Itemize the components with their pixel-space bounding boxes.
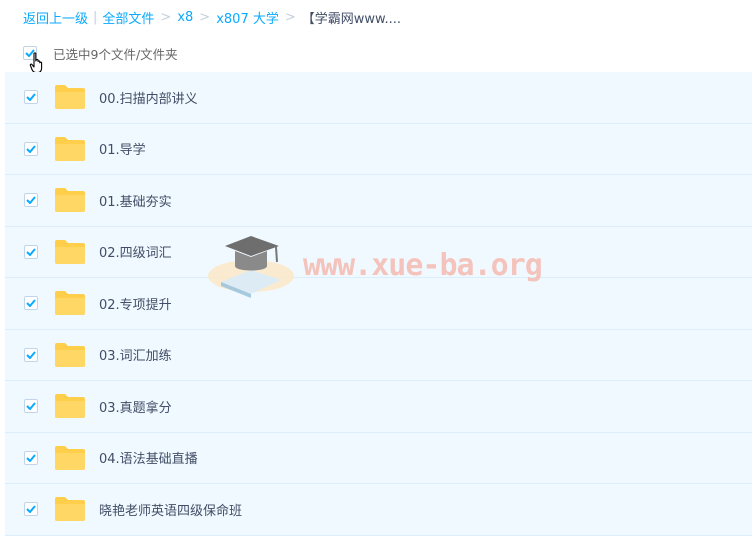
checkmark-icon [26, 93, 36, 102]
file-name[interactable]: 04.语法基础直播 [99, 448, 198, 467]
chevron-right-icon: > [284, 9, 296, 25]
file-name[interactable]: 00.扫描内部讲义 [99, 88, 198, 107]
folder-icon [55, 394, 85, 419]
checkmark-icon [26, 299, 36, 308]
checkmark-icon [26, 145, 36, 153]
checkmark-icon [26, 402, 36, 411]
file-checkbox[interactable] [24, 244, 38, 259]
breadcrumb-current: 【学霸网www.... [301, 11, 401, 27]
file-name[interactable]: 晓艳老师英语四级保命班 [99, 500, 242, 519]
file-row[interactable]: 02.专项提升 [5, 278, 752, 330]
file-row[interactable]: 00.扫描内部讲义 [5, 72, 752, 124]
folder-icon [55, 136, 85, 161]
checkmark-icon [26, 351, 36, 359]
file-name[interactable]: 02.四级词汇 [99, 242, 172, 261]
breadcrumb: 返回上一级 | 全部文件 > x8 > x807 大学 > 【学霸网www...… [23, 6, 401, 28]
breadcrumb-x8[interactable]: x8 [177, 10, 193, 25]
file-checkbox[interactable] [24, 399, 38, 414]
file-checkbox[interactable] [24, 450, 38, 465]
chevron-right-icon: > [199, 9, 211, 25]
folder-icon [55, 291, 85, 316]
file-row[interactable]: 04.语法基础直播 [5, 432, 752, 484]
file-row[interactable]: 晓艳老师英语四级保命班 [5, 484, 752, 536]
file-checkbox[interactable] [24, 296, 38, 311]
selection-count: 已选中9个文件/文件夹 [53, 46, 178, 62]
file-row[interactable]: 03.真题拿分 [5, 381, 752, 433]
breadcrumb-x807[interactable]: x807 大学 [216, 8, 279, 27]
breadcrumb-divider: | [93, 9, 98, 25]
file-checkbox[interactable] [24, 502, 38, 517]
checkmark-icon [26, 505, 36, 514]
file-name[interactable]: 01.导学 [99, 139, 146, 158]
checkmark-icon [26, 454, 36, 462]
file-checkbox[interactable] [24, 141, 38, 156]
file-checkbox[interactable] [24, 90, 38, 105]
file-name[interactable]: 03.真题拿分 [99, 397, 172, 416]
file-row[interactable]: 03.词汇加练 [5, 329, 752, 381]
checkmark-icon [26, 196, 36, 205]
file-list: 00.扫描内部讲义 01.导学 01.基础夯实 02.四级词汇 02.专项提升 03.词汇… [5, 72, 752, 536]
file-row[interactable]: 02.四级词汇 [5, 226, 752, 278]
chevron-right-icon: > [160, 9, 172, 25]
file-name[interactable]: 01.基础夯实 [99, 191, 172, 210]
back-link[interactable]: 返回上一级 [23, 8, 88, 27]
hand-pointer-icon [29, 52, 43, 74]
file-name[interactable]: 02.专项提升 [99, 294, 172, 313]
file-checkbox[interactable] [24, 347, 38, 362]
folder-icon [55, 188, 85, 213]
file-checkbox[interactable] [24, 193, 38, 208]
folder-icon [55, 85, 85, 110]
file-row[interactable]: 01.导学 [5, 123, 752, 175]
file-name[interactable]: 03.词汇加练 [99, 345, 172, 364]
all-files-link[interactable]: 全部文件 [102, 8, 154, 27]
file-row[interactable]: 01.基础夯实 [5, 175, 752, 227]
checkmark-icon [26, 248, 36, 256]
folder-icon [55, 239, 85, 264]
folder-icon [55, 497, 85, 522]
folder-icon [55, 342, 85, 367]
folder-icon [55, 445, 85, 470]
